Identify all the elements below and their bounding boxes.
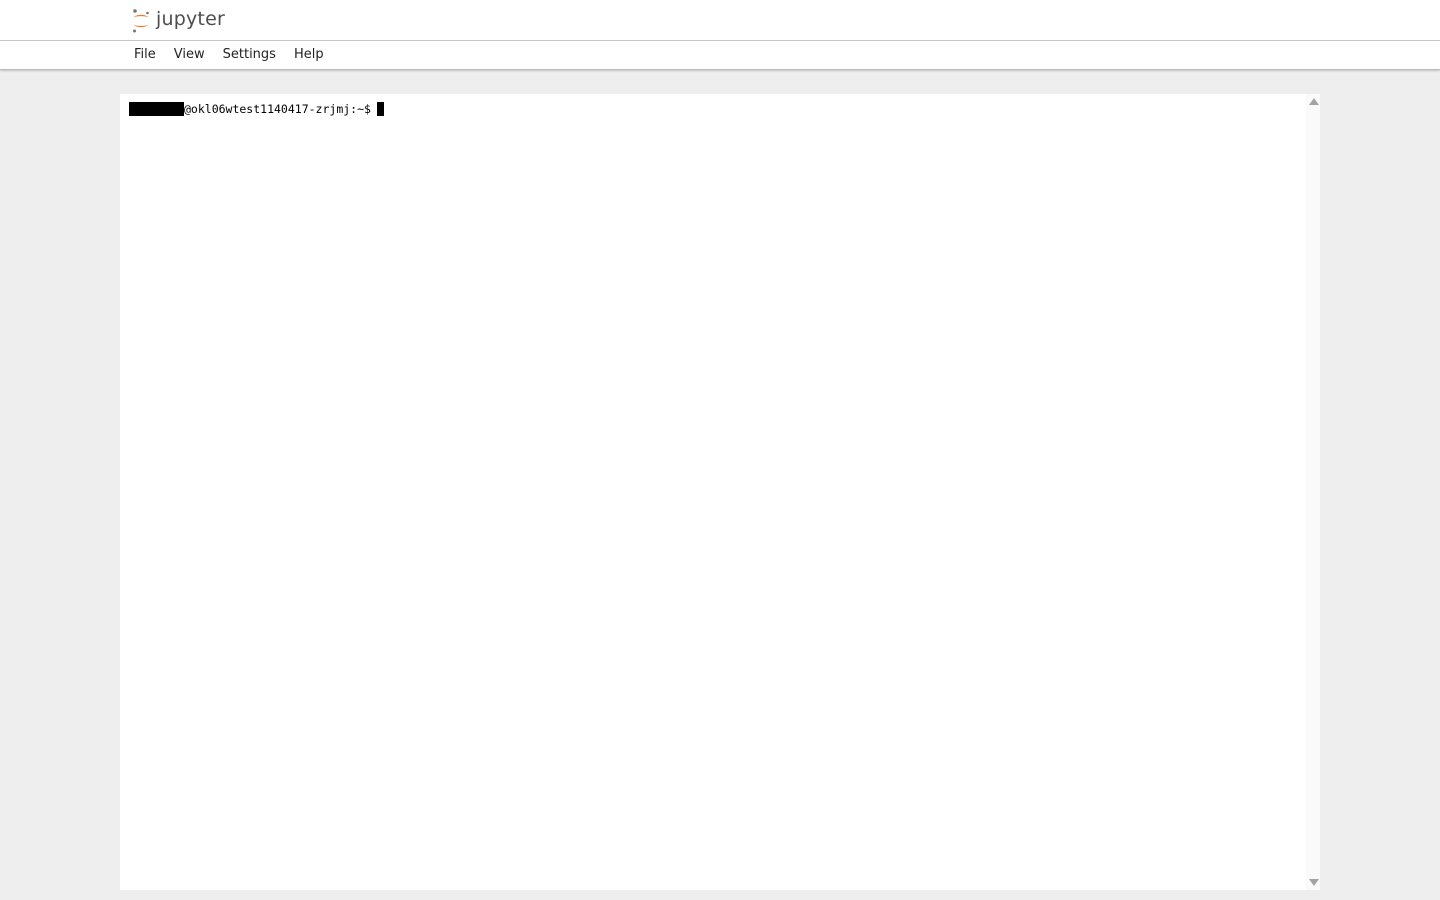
scroll-up-arrow-icon[interactable] bbox=[1309, 98, 1319, 105]
terminal-cursor bbox=[376, 102, 384, 116]
scroll-down-arrow-icon[interactable] bbox=[1309, 879, 1319, 886]
menu-help[interactable]: Help bbox=[286, 41, 332, 69]
terminal-prompt: @okl06wtest1140417-zrjmj:~$ bbox=[184, 102, 371, 116]
jupyter-logo-icon bbox=[131, 8, 151, 34]
menu-bar: File View Settings Help bbox=[0, 41, 1440, 70]
jupyter-logo[interactable]: jupyter bbox=[131, 7, 225, 35]
terminal-scrollbar[interactable] bbox=[1306, 94, 1320, 890]
terminal-prompt-line: @okl06wtest1140417-zrjmj:~$ bbox=[129, 101, 384, 117]
redacted-username bbox=[129, 102, 184, 116]
logo-text: jupyter bbox=[156, 8, 225, 30]
menu-file[interactable]: File bbox=[126, 41, 164, 69]
menu-settings[interactable]: Settings bbox=[215, 41, 284, 69]
menu-view[interactable]: View bbox=[166, 41, 213, 69]
top-bar: jupyter bbox=[0, 0, 1440, 41]
menu-items: File View Settings Help bbox=[126, 41, 334, 69]
terminal-panel[interactable]: @okl06wtest1140417-zrjmj:~$ bbox=[120, 94, 1320, 890]
